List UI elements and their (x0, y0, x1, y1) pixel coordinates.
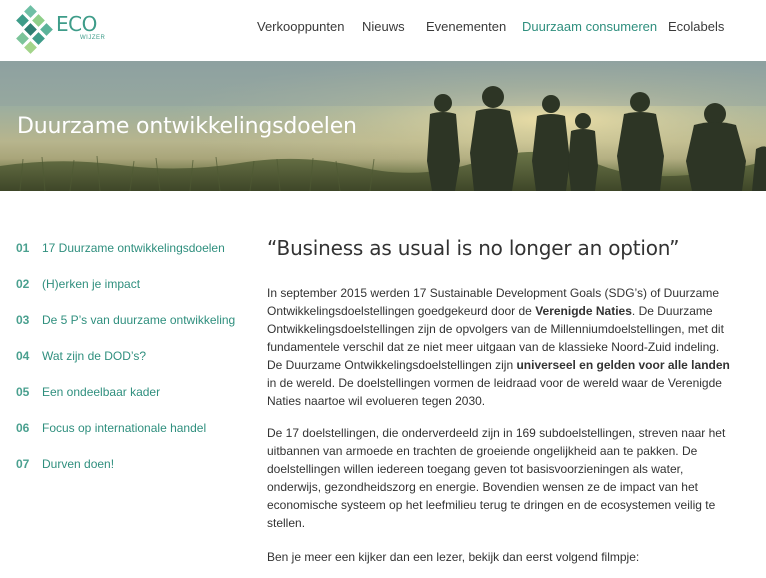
sidebar-item-number: 05 (16, 385, 30, 399)
sidebar-item-number: 07 (16, 457, 30, 471)
sidebar-item-label: 17 Duurzame ontwikkelingsdoelen (42, 241, 225, 255)
quote-heading: “Business as usual is no longer an optio… (267, 236, 680, 260)
sidebar-item-5[interactable]: 05 Een ondeelbaar kader (16, 385, 160, 403)
sidebar-item-2[interactable]: 02 (H)erken je impact (16, 277, 140, 295)
sidebar-item-label: (H)erken je impact (42, 277, 141, 291)
sidebar-item-7[interactable]: 07 Durven doen! (16, 457, 114, 475)
sidebar-item-label: Durven doen! (42, 457, 115, 471)
sidebar-item-label: De 5 P’s van duurzame ontwikkeling (42, 313, 236, 327)
site-header: ECO WIJZER Verkooppunten Nieuws Evenemen… (0, 0, 766, 61)
sidebar-item-number: 02 (16, 277, 30, 291)
sidebar-item-number: 03 (16, 313, 30, 327)
hero-banner: Duurzame ontwikkelingsdoelen (0, 61, 766, 191)
nav-ecolabels[interactable]: Ecolabels (668, 19, 724, 34)
video-intro-paragraph: Ben je meer een kijker dan een lezer, be… (267, 550, 640, 564)
nav-duurzaam-consumeren[interactable]: Duurzaam consumeren (522, 19, 657, 34)
page-title: Duurzame ontwikkelingsdoelen (17, 114, 357, 139)
goals-paragraph: De 17 doelstellingen, die onderverdeeld … (267, 426, 726, 530)
main-nav: Verkooppunten Nieuws Evenementen Duurzaa… (0, 19, 766, 39)
sidebar-item-4[interactable]: 04 Wat zijn de DOD’s? (16, 349, 146, 367)
sidebar-item-label: Een ondeelbaar kader (42, 385, 161, 399)
sidebar-item-number: 04 (16, 349, 30, 363)
sidebar-item-number: 01 (16, 241, 30, 255)
intro-paragraph: In september 2015 werden 17 Sustainable … (267, 286, 730, 408)
bold-verenigde-naties: Verenigde Naties (535, 304, 632, 318)
nav-verkooppunten[interactable]: Verkooppunten (257, 19, 344, 34)
bold-universeel: universeel en gelden voor alle landen (516, 358, 730, 372)
sidebar-item-3[interactable]: 03 De 5 P’s van duurzame ontwikkeling (16, 313, 235, 331)
sidebar-item-6[interactable]: 06 Focus op internationale handel (16, 421, 206, 439)
sidebar-item-label: Focus op internationale handel (42, 421, 207, 435)
sidebar-item-number: 06 (16, 421, 30, 435)
nav-nieuws[interactable]: Nieuws (362, 19, 405, 34)
nav-evenementen[interactable]: Evenementen (426, 19, 506, 34)
sidebar-item-label: Wat zijn de DOD’s? (42, 349, 147, 363)
sidebar-item-1[interactable]: 01 17 Duurzame ontwikkelingsdoelen (16, 241, 225, 259)
